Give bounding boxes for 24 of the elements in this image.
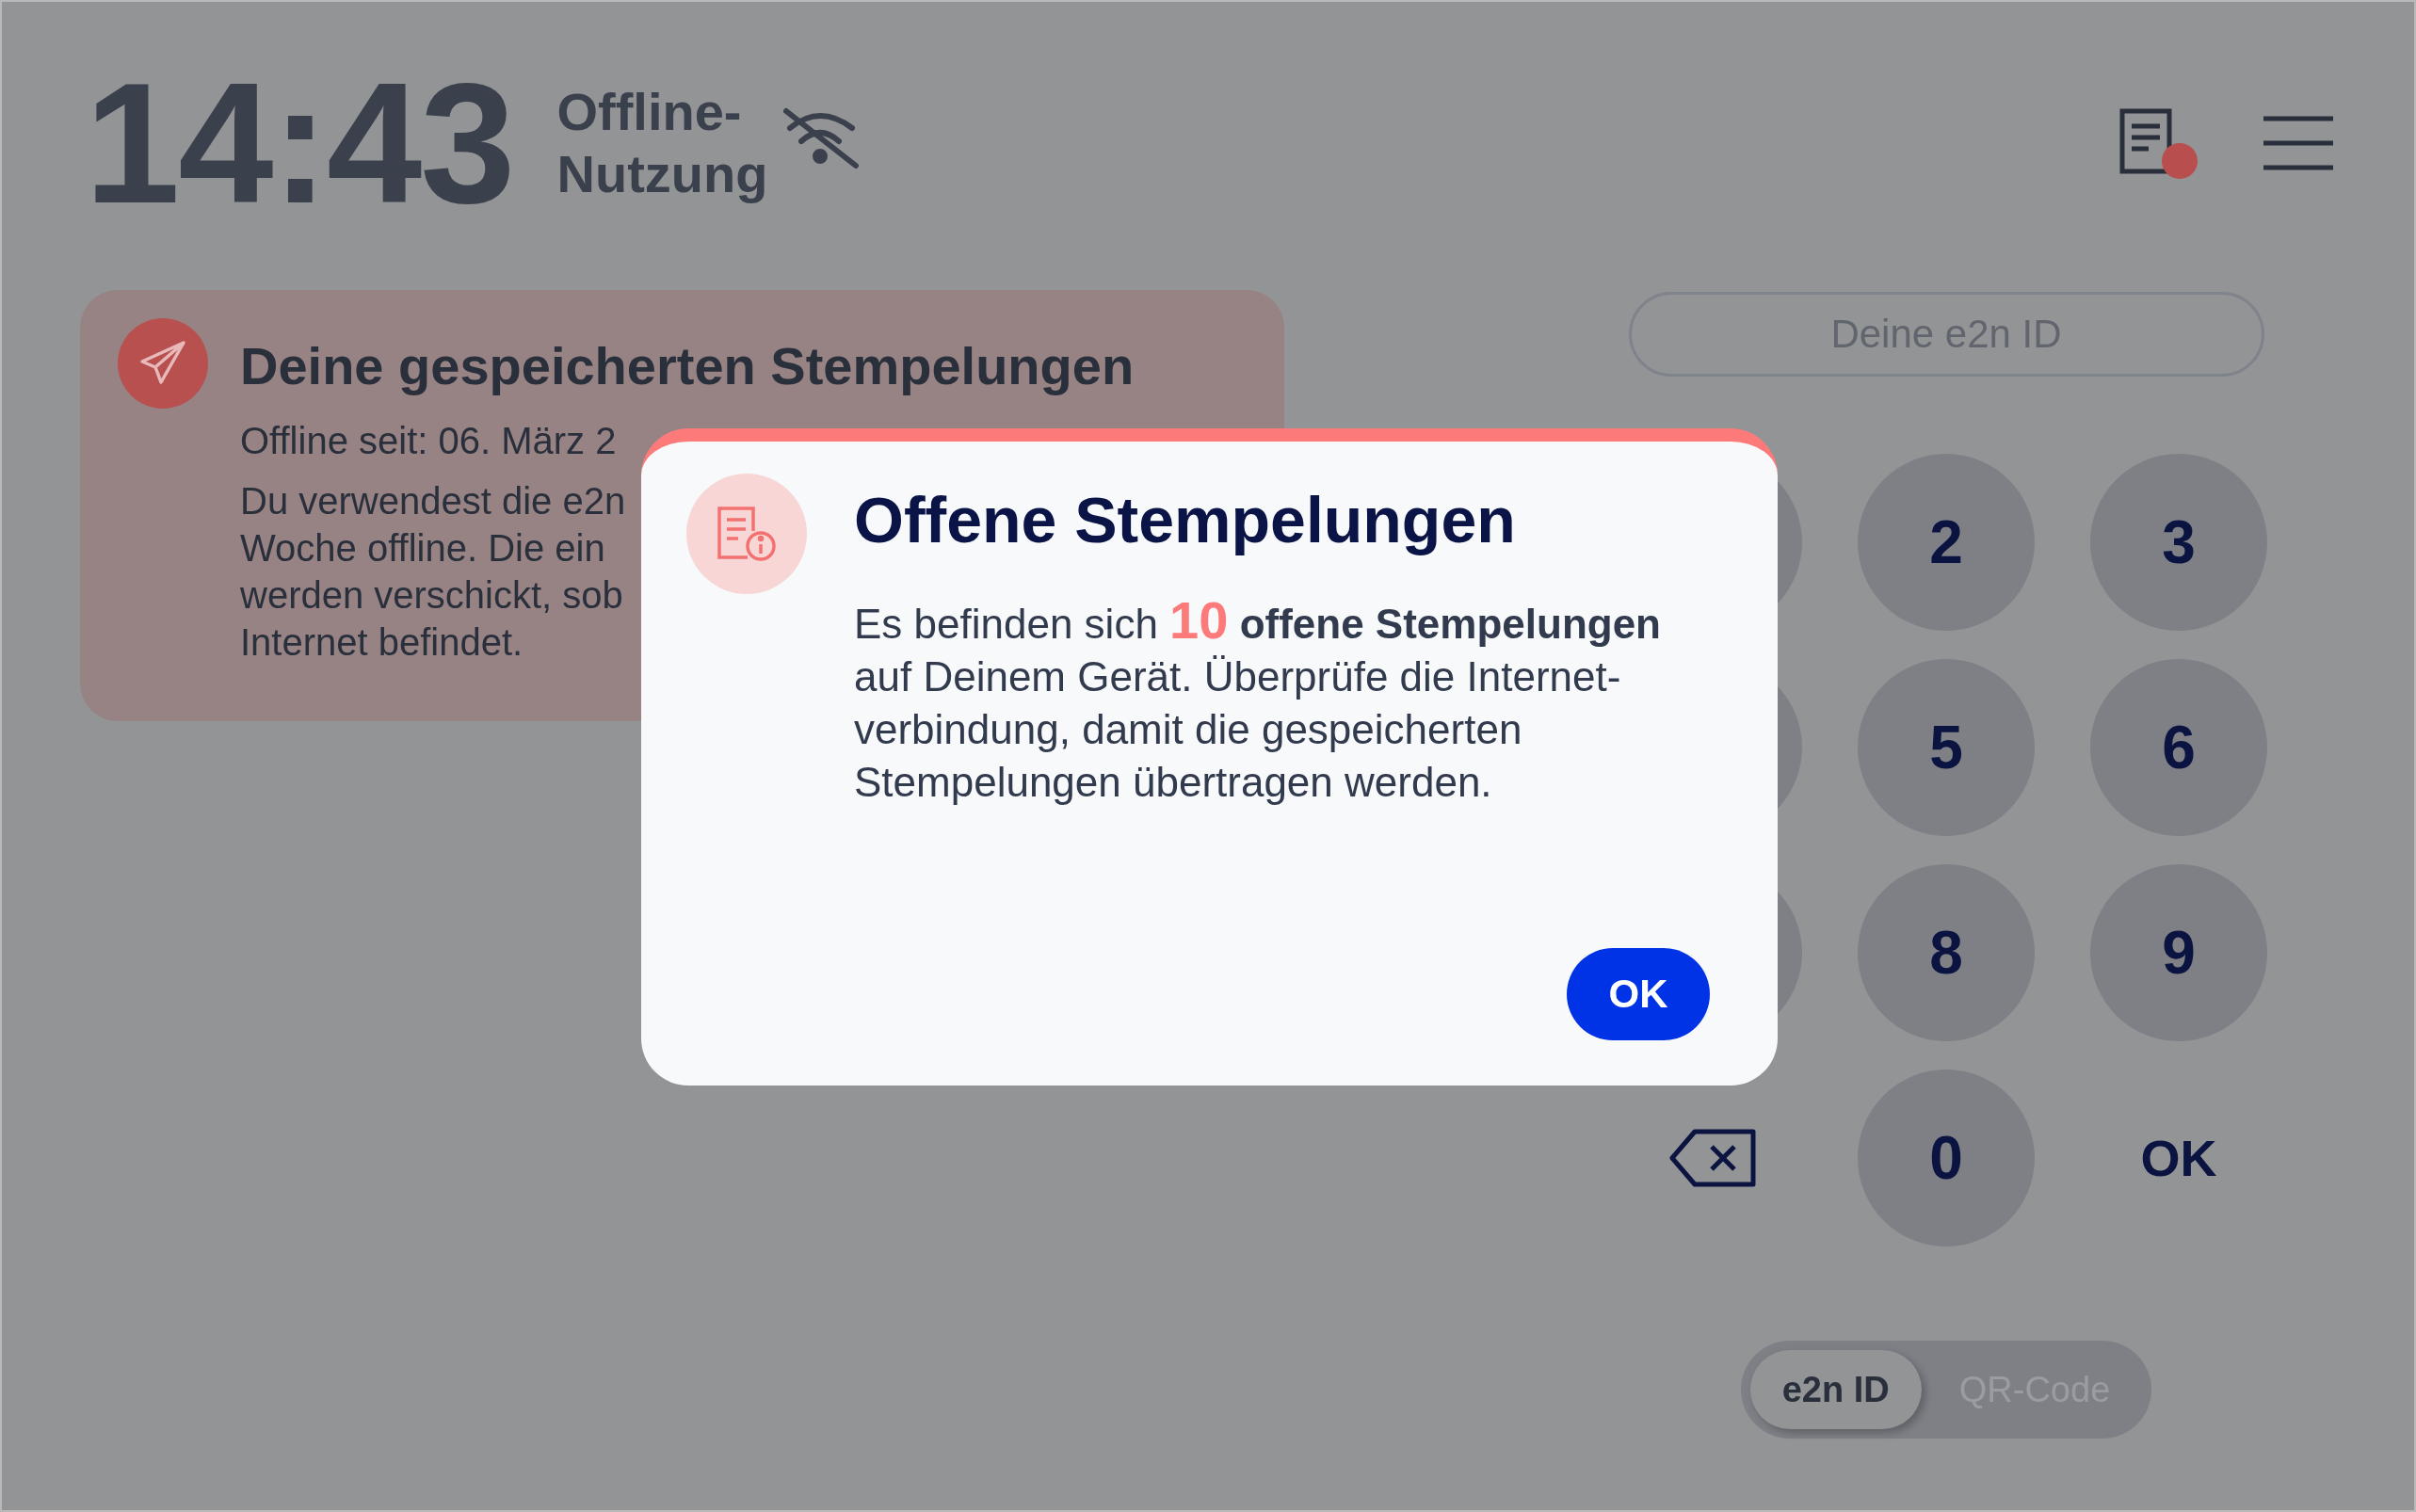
keypad-key[interactable]: 2: [1858, 454, 2035, 631]
card-text-line: Du verwendest die e2n: [240, 479, 626, 523]
dialog-title: Offene Stempelungen: [854, 483, 1517, 556]
backspace-icon[interactable]: [1668, 1128, 1759, 1188]
card-text-line: Woche offline. Die ein: [240, 526, 605, 571]
document-icon[interactable]: [2118, 107, 2173, 175]
card-text-line: Internet befindet.: [240, 620, 523, 665]
card-text-line: werden verschickt, sob: [240, 573, 623, 618]
keypad-key[interactable]: OK: [2090, 1070, 2267, 1247]
offline-status: Offline- Nutzung: [556, 81, 768, 205]
keypad-key[interactable]: 5: [1858, 659, 2035, 836]
wifi-off-icon: [781, 105, 861, 171]
keypad-key[interactable]: 8: [1858, 864, 2035, 1041]
ok-button[interactable]: OK: [1567, 948, 1710, 1040]
menu-icon[interactable]: [2263, 115, 2333, 171]
card-title: Deine gespeicherten Stempelungen: [240, 335, 1135, 396]
card-text-line: Offline seit: 06. März 2: [240, 419, 617, 463]
dialog-message: Es befinden sich 10 offene Stempelungen auf Deinem Gerät. Überprüfe die Internet-verbindung, damit die gespeicherten Stempelungen übertragen werden.: [854, 594, 1662, 807]
clock-time: 14:43: [85, 57, 514, 229]
keypad-key[interactable]: 9: [2090, 864, 2267, 1041]
keypad-key[interactable]: 0: [1858, 1070, 2035, 1247]
keypad-key[interactable]: 6: [2090, 659, 2267, 836]
keypad-key[interactable]: 3: [2090, 454, 2267, 631]
mode-option[interactable]: e2n ID: [1749, 1350, 1922, 1429]
